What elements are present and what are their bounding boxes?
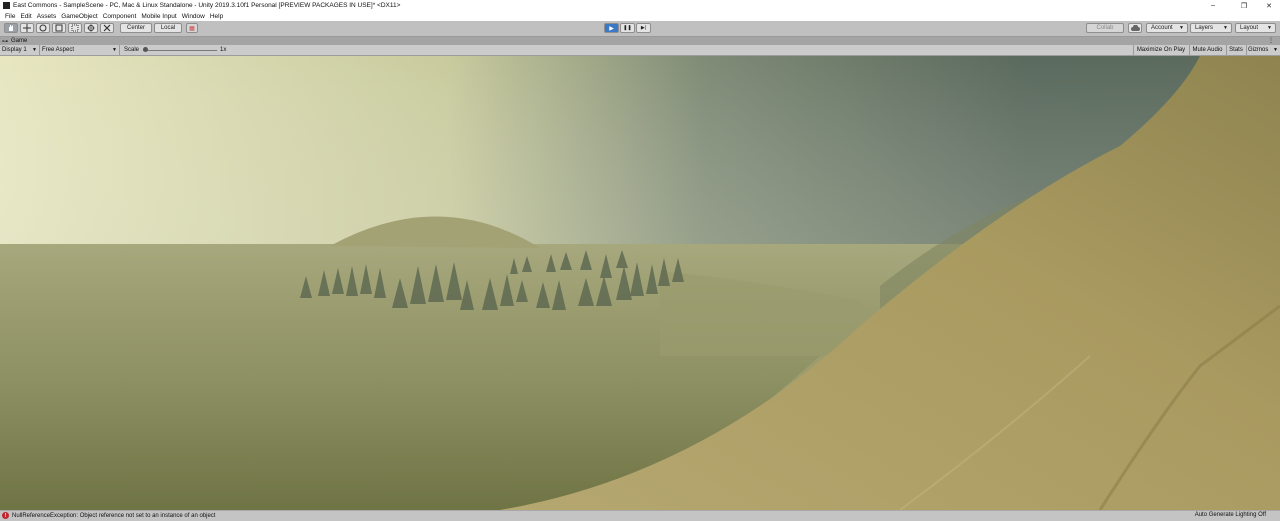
window-title: East Commons - SampleScene - PC, Mac & L… (13, 2, 401, 9)
close-button[interactable]: ✕ (1258, 0, 1280, 11)
gizmos-dropdown[interactable]: Gizmos ▼ (1246, 45, 1278, 55)
collab-button[interactable]: Collab (1086, 23, 1124, 33)
menu-assets[interactable]: Assets (37, 13, 57, 20)
menu-gameobject[interactable]: GameObject (61, 13, 98, 20)
mute-label: Mute Audio (1192, 47, 1223, 53)
tab-game[interactable]: ⊶ Game (2, 37, 27, 45)
step-button[interactable]: ▶| (636, 23, 651, 33)
gamepad-icon: ⊶ (2, 38, 8, 45)
account-label: Account (1151, 25, 1173, 31)
display-label: Display 1 (2, 47, 27, 53)
minimize-button[interactable]: – (1202, 0, 1224, 11)
maximize-button[interactable]: ❐ (1233, 0, 1255, 11)
chevron-down-icon: ▼ (1223, 25, 1228, 31)
play-button[interactable]: ▶ (604, 23, 619, 33)
menu-help[interactable]: Help (210, 13, 223, 20)
scale-slider-track (143, 49, 217, 51)
game-viewport[interactable] (0, 56, 1280, 510)
error-text: NullReferenceException: Object reference… (12, 512, 216, 519)
menu-component[interactable]: Component (103, 13, 137, 20)
layers-label: Layers (1195, 25, 1214, 31)
play-icon: ▶ (609, 25, 614, 32)
chevron-down-icon: ▼ (1179, 25, 1184, 31)
unity-logo-icon (3, 2, 10, 9)
game-scene-render (0, 56, 1280, 510)
menu-window[interactable]: Window (182, 13, 205, 20)
menu-file[interactable]: File (5, 13, 15, 20)
cloud-icon (1130, 25, 1140, 31)
menu-bar: File Edit Assets GameObject Component Mo… (0, 11, 1280, 21)
stats-toggle[interactable]: Stats (1226, 45, 1245, 55)
aspect-dropdown[interactable]: Free Aspect ▼ (42, 45, 120, 55)
game-tab-row: ⊶ Game ⋮ (0, 37, 1280, 45)
space-local-toggle[interactable]: Local (154, 23, 182, 33)
stats-label: Stats (1229, 47, 1243, 53)
transform-icon (87, 24, 95, 32)
tab-game-label: Game (11, 38, 28, 44)
error-icon: ! (2, 512, 9, 519)
lighting-status[interactable]: Auto Generate Lighting Off (1195, 512, 1266, 518)
main-toolbar: Center Local ▦ ▶ ❚❚ ▶| Collab Account ▼ … (0, 21, 1280, 37)
space-label: Local (160, 25, 176, 31)
display-dropdown[interactable]: Display 1 ▼ (2, 45, 40, 55)
scale-slider-thumb[interactable] (143, 47, 148, 52)
chevron-down-icon: ▼ (32, 47, 37, 53)
aspect-label: Free Aspect (42, 47, 75, 53)
menu-edit[interactable]: Edit (20, 13, 31, 20)
chevron-down-icon: ▼ (1267, 25, 1272, 31)
scale-slider[interactable] (143, 45, 217, 55)
chevron-down-icon: ▼ (1273, 47, 1278, 53)
pause-icon: ❚❚ (623, 25, 632, 31)
pivot-center-toggle[interactable]: Center (120, 23, 152, 33)
layers-dropdown[interactable]: Layers ▼ (1190, 23, 1232, 33)
rotate-tool-button[interactable] (36, 23, 50, 33)
custom-tools-icon (103, 24, 111, 32)
pause-button[interactable]: ❚❚ (620, 23, 635, 33)
rect-tool-icon (71, 24, 79, 32)
move-icon (23, 24, 31, 32)
layout-label: Layout (1240, 25, 1259, 31)
rotate-icon (39, 24, 47, 32)
scale-value: 1x (220, 47, 227, 53)
snap-icon: ▦ (189, 25, 195, 32)
collab-label: Collab (1096, 25, 1114, 31)
console-error-message[interactable]: ! NullReferenceException: Object referen… (2, 512, 215, 519)
hand-icon (9, 25, 13, 31)
maximize-on-play-toggle[interactable]: Maximize On Play (1133, 45, 1188, 55)
grid-snap-button[interactable]: ▦ (186, 23, 198, 33)
scale-tool-button[interactable] (52, 23, 66, 33)
maximize-label: Maximize On Play (1136, 47, 1186, 53)
cloud-button[interactable] (1128, 23, 1142, 33)
chevron-down-icon: ▼ (112, 47, 117, 53)
scale-icon (55, 24, 63, 32)
pivot-label: Center (126, 25, 145, 31)
account-dropdown[interactable]: Account ▼ (1146, 23, 1188, 33)
step-icon: ▶| (640, 25, 647, 31)
window-titlebar: East Commons - SampleScene - PC, Mac & L… (0, 0, 1280, 11)
transform-tool-button[interactable] (84, 23, 98, 33)
tab-menu-icon[interactable]: ⋮ (1268, 37, 1274, 44)
mute-audio-toggle[interactable]: Mute Audio (1189, 45, 1225, 55)
menu-mobile-input[interactable]: Mobile Input (141, 13, 176, 20)
custom-tool-button[interactable] (100, 23, 114, 33)
scale-label: Scale (124, 47, 140, 53)
gizmos-label: Gizmos (1248, 47, 1269, 53)
status-bar: ! NullReferenceException: Object referen… (0, 510, 1280, 521)
layout-dropdown[interactable]: Layout ▼ (1235, 23, 1276, 33)
game-view-controls: Display 1 ▼ Free Aspect ▼ Scale 1x Maxim… (0, 45, 1280, 56)
move-tool-button[interactable] (20, 23, 34, 33)
hand-tool-button[interactable] (4, 23, 18, 33)
rect-tool-button[interactable] (68, 23, 82, 33)
